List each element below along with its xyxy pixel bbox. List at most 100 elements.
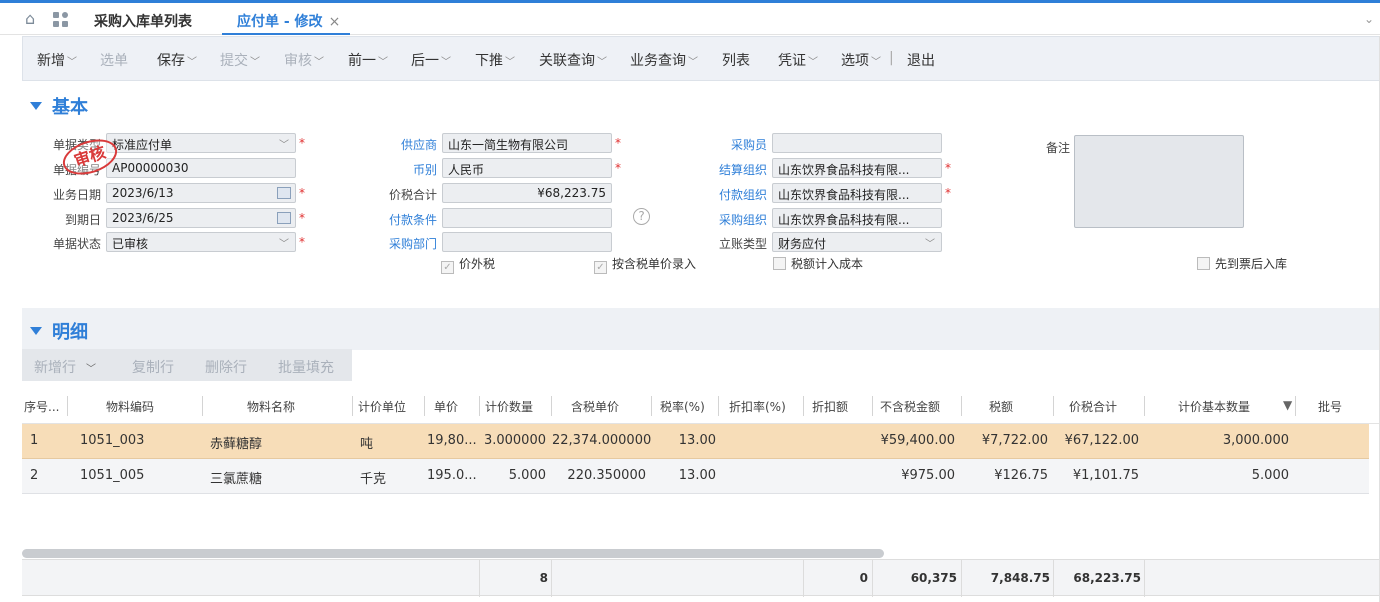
tab-purchase-receipt-list[interactable]: 采购入库单列表 bbox=[94, 11, 192, 31]
col-divider bbox=[961, 396, 962, 416]
label-purchase-dept[interactable]: 采购部门 bbox=[370, 235, 437, 252]
memo-textarea[interactable] bbox=[1074, 135, 1244, 228]
copy-row-button[interactable]: 复制行 bbox=[132, 357, 174, 377]
tab-payable-edit[interactable]: 应付单 - 修改 × bbox=[237, 11, 340, 31]
col-header-disc-rate[interactable]: 折扣率(%) bbox=[729, 398, 786, 415]
cell-qty: 5.000 bbox=[508, 468, 546, 483]
col-header-tax-rate[interactable]: 税率(%) bbox=[660, 398, 705, 415]
col-header-code[interactable]: 物料编码 bbox=[106, 398, 154, 415]
section-basic-title: 基本 bbox=[52, 97, 88, 118]
col-header-tax[interactable]: 税额 bbox=[989, 398, 1013, 415]
total-tax-field[interactable]: ¥68,223.75 bbox=[442, 183, 612, 203]
purchase-dept-field[interactable] bbox=[442, 232, 612, 252]
section-basic-header[interactable]: 基本 bbox=[30, 93, 88, 119]
chevron-down-icon: ﹀ bbox=[871, 57, 881, 68]
settle-org-field[interactable]: 山东饮界食品科技有限... bbox=[772, 158, 942, 178]
col-header-seq[interactable]: 序号... bbox=[24, 398, 59, 415]
label-settle-org[interactable]: 结算组织 bbox=[700, 161, 767, 178]
next-button[interactable]: 后一 ﹀ bbox=[411, 50, 451, 70]
chevron-down-icon: ﹀ bbox=[279, 239, 289, 250]
add-row-button[interactable]: 新增行 ﹀ bbox=[34, 357, 96, 377]
filter-icon[interactable]: ▼ bbox=[1283, 398, 1292, 412]
checkmark-icon: ✓ bbox=[441, 261, 454, 274]
currency-field[interactable]: 人民币 bbox=[442, 158, 612, 178]
pay-org-field[interactable]: 山东饮界食品科技有限... bbox=[772, 183, 942, 203]
buyer-field[interactable] bbox=[772, 133, 942, 153]
col-header-total[interactable]: 价税合计 bbox=[1069, 398, 1117, 415]
close-icon[interactable]: × bbox=[329, 14, 341, 30]
account-type-select[interactable]: 财务应付 ﹀ bbox=[772, 232, 942, 252]
save-button[interactable]: 保存 ﹀ bbox=[157, 50, 197, 70]
calendar-icon[interactable] bbox=[277, 187, 291, 199]
footer-divider bbox=[551, 560, 552, 597]
chevron-down-double-icon[interactable]: ⌄ bbox=[1364, 12, 1374, 26]
col-header-base-qty[interactable]: 计价基本数量 bbox=[1178, 398, 1250, 415]
voucher-button[interactable]: 凭证 ﹀ bbox=[778, 50, 818, 70]
bill-no-field[interactable]: AP00000030 bbox=[106, 158, 296, 178]
chevron-down-icon: ﹀ bbox=[441, 57, 451, 68]
prev-button[interactable]: 前一 ﹀ bbox=[348, 50, 388, 70]
pay-term-field[interactable] bbox=[442, 208, 612, 228]
tax-price-entry-checkbox[interactable]: ✓ 按含税单价录入 bbox=[594, 255, 696, 274]
col-header-disc-amt[interactable]: 折扣额 bbox=[812, 398, 848, 415]
label-pay-term[interactable]: 付款条件 bbox=[370, 211, 437, 228]
bill-status-select[interactable]: 已审核 ﹀ bbox=[106, 232, 296, 252]
biz-date-picker[interactable]: 2023/6/13 bbox=[106, 183, 296, 203]
exit-button[interactable]: 退出 bbox=[907, 50, 935, 70]
col-divider bbox=[551, 396, 552, 416]
new-label: 新增 bbox=[37, 53, 65, 69]
table-row[interactable]: 1 1051_003 赤藓糖醇 吨 19,80... 3.000000 22,3… bbox=[22, 424, 1369, 459]
checkbox-empty-icon bbox=[1197, 257, 1210, 270]
push-label: 下推 bbox=[475, 53, 503, 69]
col-header-unit[interactable]: 计价单位 bbox=[358, 398, 406, 415]
chevron-down-icon: ﹀ bbox=[505, 57, 515, 68]
submit-button[interactable]: 提交 ﹀ bbox=[220, 50, 260, 70]
biz-query-button[interactable]: 业务查询 ﹀ bbox=[630, 50, 698, 70]
label-purchase-org[interactable]: 采购组织 bbox=[700, 211, 767, 228]
batch-fill-button[interactable]: 批量填充 bbox=[278, 357, 334, 377]
col-header-qty[interactable]: 计价数量 bbox=[485, 398, 533, 415]
label-buyer[interactable]: 采购员 bbox=[700, 136, 767, 153]
footer-divider bbox=[479, 560, 480, 597]
col-header-lot[interactable]: 批号 bbox=[1318, 398, 1342, 415]
bill-type-select[interactable]: 标准应付单 ﹀ bbox=[106, 133, 296, 153]
tax-excluded-checkbox[interactable]: ✓ 价外税 bbox=[441, 255, 495, 274]
section-detail-header[interactable]: 明细 bbox=[30, 318, 88, 344]
push-down-button[interactable]: 下推 ﹀ bbox=[475, 50, 515, 70]
invoice-first-checkbox[interactable]: 先到票后入库 bbox=[1197, 255, 1287, 272]
horizontal-scrollbar[interactable] bbox=[22, 549, 884, 558]
help-icon[interactable]: ? bbox=[633, 208, 650, 225]
add-row-label: 新增行 bbox=[34, 360, 76, 376]
link-query-button[interactable]: 关联查询 ﹀ bbox=[539, 50, 607, 70]
apps-icon[interactable] bbox=[53, 12, 71, 28]
select-button[interactable]: 选单 bbox=[100, 50, 128, 70]
home-icon[interactable]: ⌂ bbox=[25, 11, 43, 27]
label-pay-org[interactable]: 付款组织 bbox=[700, 186, 767, 203]
options-button[interactable]: 选项 ﹀ bbox=[841, 50, 881, 70]
cell-base-qty: 5.000 bbox=[1251, 468, 1289, 483]
footer-tax-total: 7,848.75 bbox=[990, 571, 1050, 585]
label-supplier[interactable]: 供应商 bbox=[370, 136, 437, 153]
audit-button[interactable]: 审核 ﹀ bbox=[284, 50, 324, 70]
footer-divider bbox=[1144, 560, 1145, 597]
table-row[interactable]: 2 1051_005 三氯蔗糖 千克 195.0... 5.000 220.35… bbox=[22, 459, 1369, 494]
due-date-picker[interactable]: 2023/6/25 bbox=[106, 208, 296, 228]
tax-in-cost-checkbox[interactable]: 税额计入成本 bbox=[773, 255, 863, 272]
col-header-name[interactable]: 物料名称 bbox=[247, 398, 295, 415]
list-button[interactable]: 列表 bbox=[722, 50, 750, 70]
calendar-icon[interactable] bbox=[277, 212, 291, 224]
purchase-org-field[interactable]: 山东饮界食品科技有限... bbox=[772, 208, 942, 228]
cell-base-qty: 3,000.000 bbox=[1222, 433, 1289, 448]
cell-qty: 3.000000 bbox=[483, 433, 546, 448]
col-header-tax-price[interactable]: 含税单价 bbox=[571, 398, 619, 415]
footer-disc-amt-total: 0 bbox=[859, 571, 868, 585]
bill-type-value: 标准应付单 bbox=[112, 138, 173, 152]
col-header-price[interactable]: 单价 bbox=[434, 398, 458, 415]
footer-amount-total: 60,375 bbox=[910, 571, 957, 585]
col-header-amount[interactable]: 不含税金额 bbox=[880, 398, 940, 415]
delete-row-button[interactable]: 删除行 bbox=[205, 357, 247, 377]
label-currency[interactable]: 币别 bbox=[370, 161, 437, 178]
supplier-field[interactable]: 山东一简生物有限公司 bbox=[442, 133, 612, 153]
new-button[interactable]: 新增 ﹀ bbox=[37, 50, 77, 70]
col-divider bbox=[803, 396, 804, 416]
